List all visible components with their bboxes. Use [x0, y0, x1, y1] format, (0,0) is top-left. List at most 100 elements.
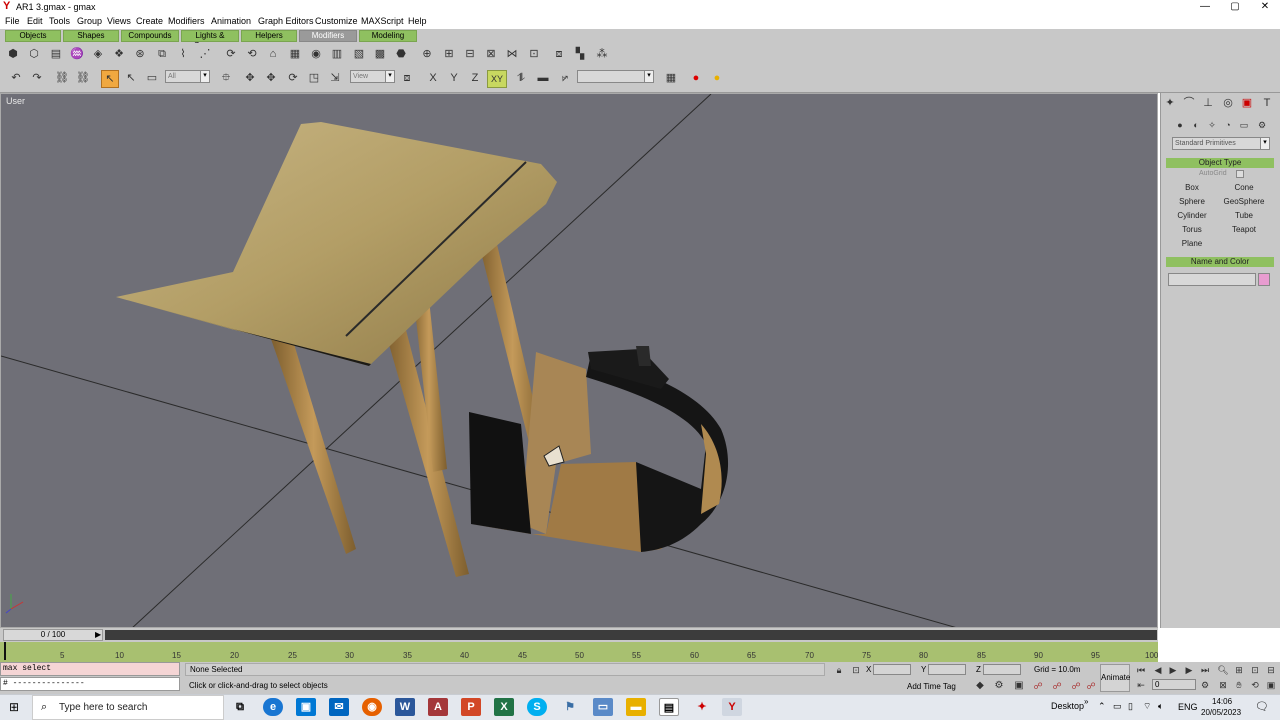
firefox-icon[interactable]: ◉: [362, 698, 382, 716]
object-color-swatch[interactable]: [1258, 273, 1270, 286]
document-icon[interactable]: ▤: [659, 698, 679, 716]
menu-views[interactable]: Views: [107, 16, 131, 26]
region-zoom-icon[interactable]: ⊠: [1216, 678, 1230, 692]
menu-customize[interactable]: Customize: [315, 16, 358, 26]
teapot-button[interactable]: Teapot: [1219, 224, 1269, 236]
helpers-icon[interactable]: ▭: [1237, 118, 1251, 132]
plane-button[interactable]: Plane: [1167, 238, 1217, 250]
onedrive-icon[interactable]: ▭: [1113, 701, 1122, 712]
noise-icon[interactable]: ♒: [70, 47, 84, 61]
app-tray-icon[interactable]: ▯: [1128, 701, 1133, 712]
mirror-tool-icon[interactable]: ⥮: [514, 71, 528, 85]
current-frame-field[interactable]: 0: [1152, 679, 1196, 690]
windows-start-icon[interactable]: ⊞: [7, 700, 21, 714]
display-panel-icon[interactable]: ▣: [1240, 96, 1254, 110]
stretch-icon[interactable]: ◈: [91, 47, 105, 61]
box-button[interactable]: Box: [1167, 182, 1217, 194]
menu-animation[interactable]: Animation: [211, 16, 251, 26]
wave-icon[interactable]: ⌇: [176, 47, 190, 61]
smooth-icon[interactable]: ▧: [352, 47, 366, 61]
tab-objects[interactable]: Objects: [5, 30, 61, 42]
taskbar-search-box[interactable]: ⌕ Type here to search: [32, 695, 224, 720]
menu-group[interactable]: Group: [77, 16, 102, 26]
undo-icon[interactable]: ↶: [9, 71, 23, 85]
object-name-field[interactable]: [1168, 273, 1256, 286]
tab-compounds[interactable]: Compounds: [121, 30, 179, 42]
xform-icon[interactable]: ⟳: [224, 47, 238, 61]
key-mode-icon[interactable]: ⇤: [1134, 678, 1148, 692]
utilities-panel-icon[interactable]: T: [1260, 96, 1274, 110]
notifications-icon[interactable]: 🗨︎: [1255, 700, 1269, 713]
link-icon[interactable]: ⛓: [55, 71, 69, 85]
clock-time[interactable]: 14:06: [1212, 697, 1232, 706]
clock-date[interactable]: 20/05/2023: [1201, 708, 1241, 717]
linked-xform-icon[interactable]: ⟲: [245, 47, 259, 61]
normal-icon[interactable]: ⊠: [484, 47, 498, 61]
bend-icon[interactable]: ⬢: [6, 47, 20, 61]
tube-button[interactable]: Tube: [1219, 210, 1269, 222]
meshsmooth-icon[interactable]: ▩: [373, 47, 387, 61]
app-icon[interactable]: ⚑: [560, 698, 580, 716]
align-icon[interactable]: ▬: [536, 71, 550, 85]
show-hidden-icons[interactable]: ⌃: [1098, 701, 1106, 712]
next-frame-button-icon[interactable]: ▶: [1182, 663, 1196, 677]
x-coordinate-field[interactable]: [873, 664, 911, 675]
language-indicator[interactable]: ENG: [1178, 702, 1198, 712]
add-time-tag-button[interactable]: Add Time Tag: [907, 682, 956, 691]
tab-shapes[interactable]: Shapes: [63, 30, 119, 42]
scale-icon[interactable]: ◳: [307, 71, 321, 85]
maxscript-listener-output[interactable]: max select: [0, 662, 180, 676]
unwrap-icon[interactable]: ▥: [330, 47, 344, 61]
material-icon[interactable]: ⁂: [595, 47, 609, 61]
track-view-icon[interactable]: ▦: [664, 71, 678, 85]
game-app-icon[interactable]: ✦: [692, 698, 712, 716]
app-icon-2[interactable]: ▭: [593, 698, 613, 716]
wifi-icon[interactable]: ⌔: [1143, 701, 1151, 712]
move-icon[interactable]: ✥: [243, 71, 257, 85]
close-button[interactable]: ✕: [1250, 0, 1280, 14]
uvw-map-icon[interactable]: ▦: [288, 47, 302, 61]
menu-maxscript[interactable]: MAXScript: [361, 16, 404, 26]
restrict-x-icon[interactable]: X: [426, 71, 440, 85]
skew-icon[interactable]: ⋰: [198, 47, 212, 61]
menu-graph-editors[interactable]: Graph Editors: [258, 16, 314, 26]
time-config-icon[interactable]: ⚙: [1198, 678, 1212, 692]
edit-mesh-icon[interactable]: ⊕: [420, 47, 434, 61]
task-view-icon[interactable]: ⧉: [230, 698, 250, 716]
lights-icon[interactable]: ✧: [1205, 118, 1219, 132]
taper-icon[interactable]: ⬡: [27, 47, 41, 61]
pivot-center-icon[interactable]: ⧈: [400, 71, 414, 85]
lattice-icon[interactable]: ⊛: [133, 47, 147, 61]
cylinder-button[interactable]: Cylinder: [1167, 210, 1217, 222]
previous-frame-icon[interactable]: ◀: [1151, 663, 1165, 677]
menu-edit[interactable]: Edit: [27, 16, 43, 26]
hierarchy-panel-icon[interactable]: ⊥: [1201, 96, 1215, 110]
key-filter-icon[interactable]: ⚙: [992, 679, 1006, 693]
excel-icon[interactable]: X: [494, 698, 514, 716]
checker-icon[interactable]: ▚: [573, 47, 587, 61]
track-bar[interactable]: 5 10 15 20 25 30 35 40 45 50 55 60 65 70…: [0, 642, 1158, 662]
menu-modifiers[interactable]: Modifiers: [168, 16, 205, 26]
animate-button[interactable]: Animate: [1100, 664, 1130, 692]
mirror-icon[interactable]: ⧉: [155, 47, 169, 61]
desktop-toolbar-label[interactable]: Desktop: [1051, 701, 1084, 711]
tab-modeling[interactable]: Modeling: [359, 30, 417, 42]
minimize-button[interactable]: —: [1190, 0, 1220, 14]
file-explorer-icon[interactable]: ▬: [626, 698, 646, 716]
modify-panel-icon[interactable]: ⌒: [1182, 96, 1196, 110]
zoom-all-icon[interactable]: ⊞: [1232, 663, 1246, 677]
snap-icon[interactable]: ⦬: [558, 71, 572, 85]
menu-file[interactable]: File: [5, 16, 20, 26]
category-dropdown[interactable]: Standard Primitives ▾: [1172, 137, 1270, 150]
edge-icon[interactable]: e: [263, 698, 283, 716]
reference-coordinate-dropdown[interactable]: View ▾: [350, 70, 395, 83]
maximize-viewport-icon[interactable]: ▣: [1264, 678, 1278, 692]
material-editor-icon[interactable]: ●: [689, 71, 703, 85]
melt-icon[interactable]: ⌂: [266, 47, 280, 61]
tab-helpers[interactable]: Helpers: [241, 30, 297, 42]
volume-icon[interactable]: 🔈︎: [1158, 701, 1163, 712]
zoom-icon[interactable]: 🔍︎: [1216, 663, 1230, 677]
redo-icon[interactable]: ↷: [30, 71, 44, 85]
restrict-y-icon[interactable]: Y: [447, 71, 461, 85]
optimize-icon[interactable]: ⬣: [394, 47, 408, 61]
